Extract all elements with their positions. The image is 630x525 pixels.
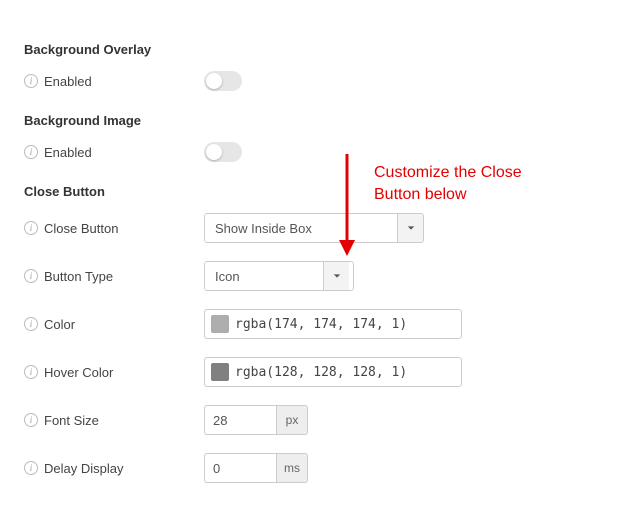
info-icon[interactable]: i [24, 461, 38, 475]
arrow-down-icon [332, 152, 362, 262]
info-icon[interactable]: i [24, 269, 38, 283]
input-color[interactable] [204, 309, 462, 339]
input-delay-value[interactable] [204, 453, 276, 483]
info-icon[interactable]: i [24, 74, 38, 88]
toggle-knob [206, 144, 222, 160]
info-icon[interactable]: i [24, 221, 38, 235]
select-close-button-value: Show Inside Box [205, 214, 397, 242]
input-hover-color-text[interactable] [235, 365, 455, 380]
info-icon[interactable]: i [24, 365, 38, 379]
select-button-type[interactable]: Icon [204, 261, 354, 291]
row-color: i Color [24, 309, 614, 339]
color-swatch[interactable] [211, 315, 229, 333]
chevron-down-icon[interactable] [397, 214, 423, 242]
input-font-size-value[interactable] [204, 405, 276, 435]
select-close-button[interactable]: Show Inside Box [204, 213, 424, 243]
input-color-text[interactable] [235, 317, 455, 332]
row-close-button: i Close Button Show Inside Box [24, 213, 614, 243]
label-font-size: Font Size [44, 413, 99, 428]
label-color: Color [44, 317, 75, 332]
unit-ms: ms [276, 453, 308, 483]
input-delay-display: ms [204, 453, 308, 483]
label-bgimage-enabled: Enabled [44, 145, 92, 160]
section-heading-overlay: Background Overlay [24, 42, 614, 57]
row-delay-display: i Delay Display ms [24, 453, 614, 483]
info-icon[interactable]: i [24, 317, 38, 331]
color-swatch[interactable] [211, 363, 229, 381]
label-overlay-enabled: Enabled [44, 74, 92, 89]
label-close-button: Close Button [44, 221, 118, 236]
select-button-type-value: Icon [205, 262, 323, 290]
section-heading-bgimage: Background Image [24, 113, 614, 128]
info-icon[interactable]: i [24, 413, 38, 427]
info-icon[interactable]: i [24, 145, 38, 159]
label-delay-display: Delay Display [44, 461, 123, 476]
toggle-knob [206, 73, 222, 89]
input-font-size: px [204, 405, 308, 435]
input-hover-color[interactable] [204, 357, 462, 387]
row-bgimage-enabled: i Enabled [24, 142, 614, 162]
label-button-type: Button Type [44, 269, 113, 284]
toggle-bgimage-enabled[interactable] [204, 142, 242, 162]
row-font-size: i Font Size px [24, 405, 614, 435]
label-hover-color: Hover Color [44, 365, 113, 380]
row-hover-color: i Hover Color [24, 357, 614, 387]
unit-px: px [276, 405, 308, 435]
chevron-down-icon[interactable] [323, 262, 349, 290]
toggle-overlay-enabled[interactable] [204, 71, 242, 91]
section-heading-closebtn: Close Button [24, 184, 614, 199]
row-overlay-enabled: i Enabled [24, 71, 614, 91]
row-button-type: i Button Type Icon [24, 261, 614, 291]
